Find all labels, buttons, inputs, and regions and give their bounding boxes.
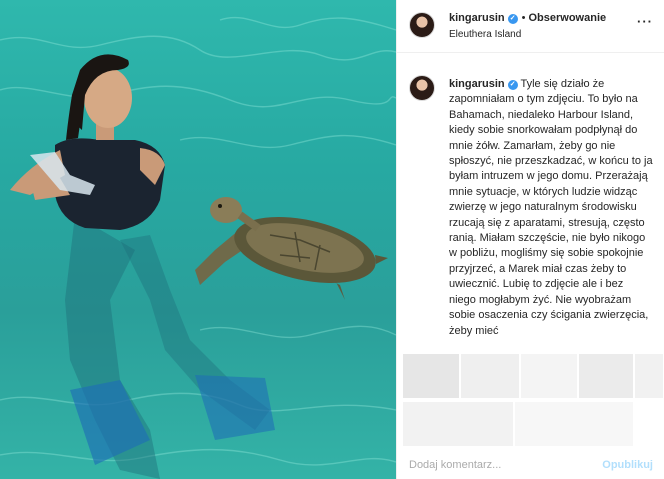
turtle-figure (195, 197, 388, 300)
blur-block (521, 354, 577, 398)
blur-block (461, 354, 519, 398)
separator-dot: • (521, 12, 526, 24)
location-link[interactable]: Eleuthera Island (449, 29, 521, 40)
post-caption: kingarusin ✓ Tyle się działo że zapomniał… (449, 77, 653, 349)
verified-badge-icon: ✓ (507, 14, 518, 24)
blur-block (403, 354, 459, 398)
post-sidebar: kingarusin ✓ • Obserwowanie Eleuthera Islan… (396, 0, 664, 479)
blurred-content-overlay (397, 350, 664, 450)
caption-avatar[interactable] (409, 75, 435, 101)
blur-block (403, 402, 513, 446)
caption-username-link[interactable]: kingarusin (449, 78, 505, 90)
blur-block (635, 354, 663, 398)
caption-text: Tyle się działo że zapomniałam o tym zdj… (449, 78, 653, 337)
verified-badge-icon: ✓ (507, 80, 518, 90)
blur-block (515, 402, 633, 446)
comment-input[interactable]: Dodaj komentarz... (409, 459, 501, 471)
header-user-line: kingarusin ✓ • Obserwowanie (449, 12, 606, 24)
follow-button[interactable]: Obserwowanie (528, 12, 606, 24)
avatar[interactable] (409, 12, 435, 38)
post-photo[interactable] (0, 0, 396, 479)
publish-button[interactable]: Opublikuj (602, 459, 653, 471)
more-options-icon[interactable]: ··· (637, 14, 653, 29)
comment-bar: Dodaj komentarz... Opublikuj (397, 452, 664, 479)
blur-block (579, 354, 633, 398)
photo-scene (0, 16, 396, 479)
post-header: kingarusin ✓ • Obserwowanie Eleuthera Islan… (397, 0, 664, 53)
username-link[interactable]: kingarusin (449, 12, 505, 24)
